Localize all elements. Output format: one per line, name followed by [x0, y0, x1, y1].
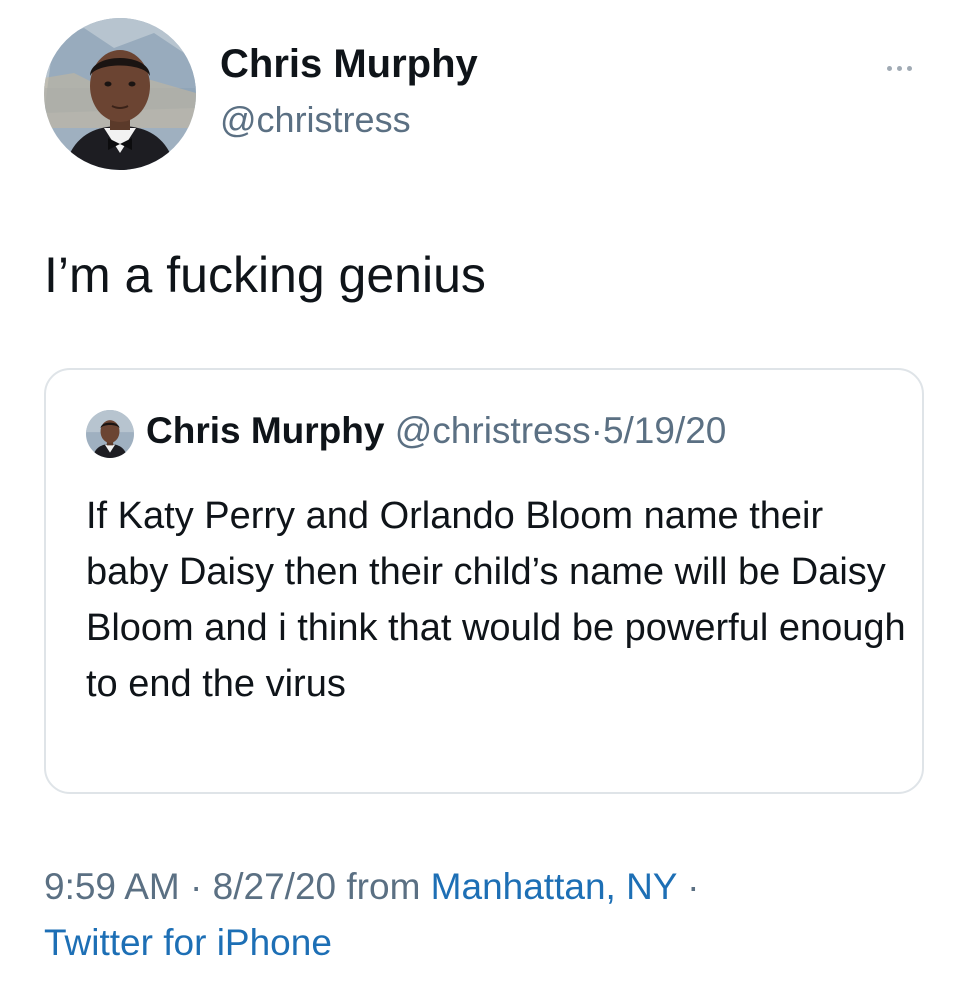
quoted-author-handle[interactable]: @christress: [395, 410, 591, 451]
quoted-author-display-name[interactable]: Chris Murphy: [146, 410, 384, 451]
tweet-text: I’m a fucking genius: [44, 247, 486, 303]
quoted-author-avatar[interactable]: [86, 410, 134, 458]
author-handle[interactable]: @christress: [220, 98, 411, 142]
source-app-link[interactable]: Twitter for iPhone: [44, 922, 332, 963]
tweet-source-line: Twitter for iPhone: [44, 920, 332, 966]
avatar-photo: [44, 18, 196, 170]
metadata-separator: ·: [190, 866, 203, 907]
more-options-icon[interactable]: [874, 56, 924, 80]
more-dot: [886, 65, 892, 71]
more-dot: [896, 65, 902, 71]
author-avatar[interactable]: [44, 18, 196, 170]
quoted-tweet-text: If Katy Perry and Orlando Bloom name the…: [86, 495, 906, 705]
quoted-tweet-header: Chris Murphy @christress·5/19/20: [146, 408, 726, 454]
tweet-time[interactable]: 9:59 AM: [44, 866, 180, 907]
quoted-tweet-date[interactable]: 5/19/20: [603, 410, 726, 451]
more-dot: [906, 65, 912, 71]
author-display-name[interactable]: Chris Murphy: [220, 40, 478, 88]
location-link[interactable]: Manhattan, NY: [431, 866, 677, 907]
quoted-tweet-card[interactable]: Chris Murphy @christress·5/19/20 If Katy…: [44, 368, 924, 794]
tweet-date[interactable]: 8/27/20: [213, 866, 336, 907]
metadata-separator-end: ·: [687, 866, 700, 907]
from-label: from: [346, 866, 421, 907]
tweet-metadata: 9:59 AM · 8/27/20 from Manhattan, NY ·: [44, 864, 699, 910]
quoted-avatar-photo: [86, 410, 134, 458]
quoted-meta-separator: ·: [590, 410, 603, 451]
